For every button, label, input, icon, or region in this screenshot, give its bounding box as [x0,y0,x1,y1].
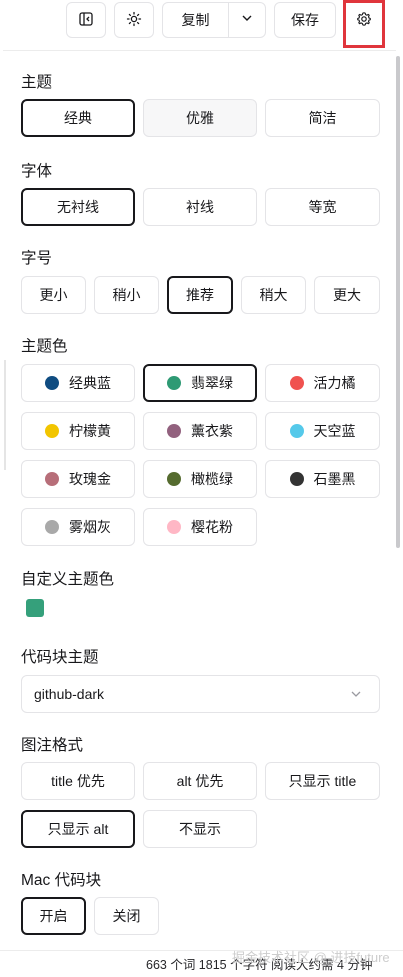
color-option-label: 经典蓝 [69,375,111,391]
color-option-label: 薰衣紫 [191,423,233,439]
top-toolbar: 复制 保存 [0,0,403,48]
chevron-down-icon [349,687,363,704]
theme-mode-button[interactable] [114,2,154,38]
custom-color-label: 自定义主题色 [21,571,115,588]
theme-color-label: 主题色 [21,338,68,355]
color-dot [289,472,304,486]
color-option-label: 雾烟灰 [69,519,111,535]
caption-option-title-first[interactable]: title 优先 [21,762,135,800]
color-option-label: 石墨黑 [313,471,356,487]
font-size-option-recommended[interactable]: 推荐 [167,276,233,314]
mac-code-label: Mac 代码块 [21,872,102,889]
caption-option-title-only[interactable]: 只显示 title [265,762,380,800]
color-option-classic-blue[interactable]: 经典蓝 [21,364,135,402]
copy-dropdown-button[interactable] [229,3,265,37]
color-option-label: 天空蓝 [313,423,356,439]
font-size-option-large[interactable]: 稍大 [241,276,306,314]
sun-icon [126,11,142,30]
caption-option-hide[interactable]: 不显示 [143,810,257,848]
code-theme-select[interactable]: github-dark [21,675,380,713]
font-option-serif[interactable]: 衬线 [143,188,257,226]
color-option-label: 翡翠绿 [191,375,233,391]
save-button[interactable]: 保存 [274,2,336,38]
color-dot [289,376,304,390]
watermark: 掘金技术社区 @ 进技future [232,950,390,965]
color-option-graphite[interactable]: 石墨黑 [265,460,380,498]
color-dot [167,472,181,486]
color-option-olive[interactable]: 橄榄绿 [143,460,257,498]
color-dot [167,520,181,534]
font-size-option-smaller[interactable]: 更小 [21,276,86,314]
color-option-label: 玫瑰金 [69,471,111,487]
color-option-smoke-gray[interactable]: 雾烟灰 [21,508,135,546]
color-option-label: 樱花粉 [191,519,233,535]
color-option-label: 柠檬黄 [69,423,111,439]
mac-code-option-on[interactable]: 开启 [21,897,86,935]
sidebar-toggle-icon [78,11,94,30]
color-dot [45,376,59,390]
font-size-option-small[interactable]: 稍小 [94,276,159,314]
panel-left-border [4,360,6,470]
caption-option-alt-only[interactable]: 只显示 alt [21,810,135,848]
color-option-emerald[interactable]: 翡翠绿 [143,364,257,402]
theme-label: 主题 [21,74,53,91]
theme-option-classic[interactable]: 经典 [21,99,135,137]
font-size-option-larger[interactable]: 更大 [314,276,380,314]
font-option-mono[interactable]: 等宽 [265,188,380,226]
font-label: 字体 [21,163,53,180]
mac-code-option-off[interactable]: 关闭 [94,897,159,935]
copy-button[interactable]: 复制 [163,3,229,37]
chevron-down-icon [240,11,254,30]
font-option-sans[interactable]: 无衬线 [21,188,135,226]
sidebar-toggle-button[interactable] [66,2,106,38]
color-dot [167,424,181,438]
settings-highlight-box [343,0,385,48]
color-dot [45,472,59,486]
font-size-label: 字号 [21,250,53,267]
code-theme-label: 代码块主题 [21,649,99,666]
color-option-orange[interactable]: 活力橘 [265,364,380,402]
color-dot [167,376,181,390]
color-dot [45,520,59,534]
color-option-label: 橄榄绿 [191,471,233,487]
color-option-label: 活力橘 [313,375,356,391]
caption-option-alt-first[interactable]: alt 优先 [143,762,257,800]
color-option-sky-blue[interactable]: 天空蓝 [265,412,380,450]
theme-option-simple[interactable]: 简洁 [265,99,380,137]
code-theme-value: github-dark [34,686,105,702]
custom-color-swatch[interactable] [26,599,44,617]
color-option-lavender[interactable]: 薰衣紫 [143,412,257,450]
color-dot [45,424,59,438]
copy-split-button: 复制 [162,2,266,38]
panel-scrollbar[interactable] [396,56,400,548]
color-option-sakura-pink[interactable]: 樱花粉 [143,508,257,546]
color-option-lemon[interactable]: 柠檬黄 [21,412,135,450]
theme-option-elegant[interactable]: 优雅 [143,99,257,137]
color-dot [289,424,304,438]
color-option-rose-gold[interactable]: 玫瑰金 [21,460,135,498]
caption-label: 图注格式 [21,737,84,754]
